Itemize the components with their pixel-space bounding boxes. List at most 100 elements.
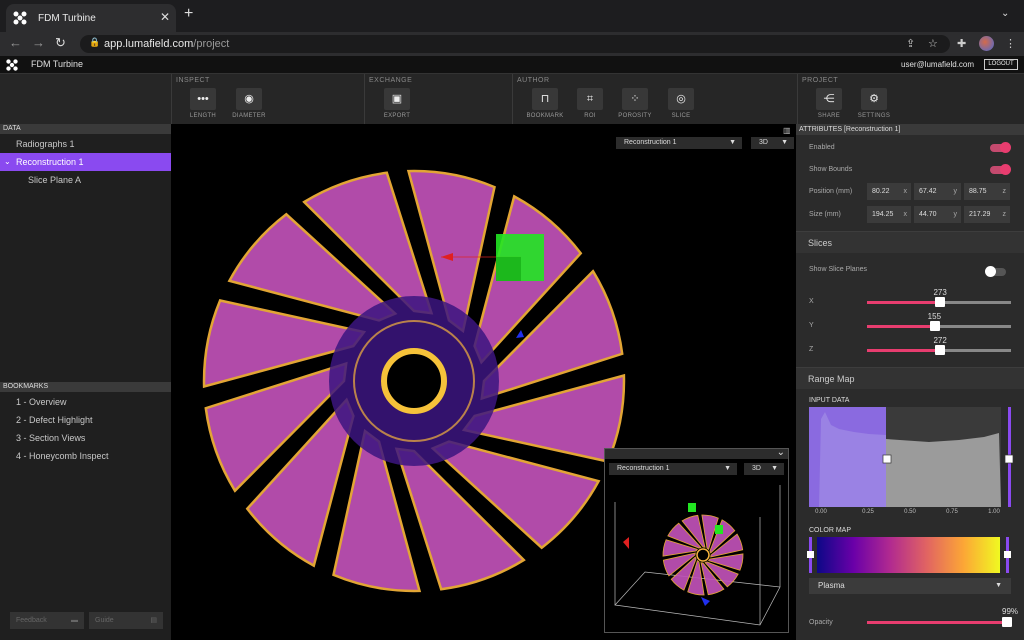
app-header: FDM Turbine user@lumafield.com LOGOUT	[0, 56, 1024, 73]
tab-title: FDM Turbine	[38, 13, 96, 24]
show-slice-planes-label: Show Slice Planes	[809, 266, 867, 273]
new-tab-icon[interactable]: +	[184, 5, 193, 23]
slice-slider[interactable]	[867, 321, 1011, 331]
position-label: Position (mm)	[809, 188, 853, 195]
bookmark-item[interactable]: 2 - Defect Highlight	[16, 415, 93, 425]
inset-object-select[interactable]: Reconstruction 1 ▼	[609, 463, 737, 475]
slice-slider[interactable]	[867, 297, 1011, 307]
section-title: AUTHOR	[517, 77, 550, 84]
caret-down-icon: ▼	[781, 139, 788, 146]
lock-icon: 🔒	[89, 37, 101, 47]
range-map-header: Range Map	[796, 367, 1024, 389]
histogram[interactable]: 0.00 0.25 0.50 0.75 1.00	[809, 407, 1024, 532]
avatar[interactable]	[979, 36, 994, 51]
tick-label: 1.00	[988, 509, 1000, 515]
chevron-down-icon[interactable]: ⌄	[1001, 8, 1009, 19]
range-low-handle[interactable]	[882, 454, 892, 464]
section-title: PROJECT	[802, 77, 839, 84]
data-panel-header: DATA	[0, 124, 171, 134]
show-bounds-toggle[interactable]	[990, 164, 1011, 175]
view-mode-select[interactable]: 3D ▼	[751, 137, 794, 149]
image-icon: ▣	[384, 88, 410, 110]
position-z-field[interactable]: 88.75 z	[964, 183, 1010, 200]
chevron-down-icon[interactable]: ⌄	[777, 447, 785, 458]
dots-icon: •••	[190, 88, 216, 110]
size-x-field[interactable]: 194.25 x	[867, 206, 911, 223]
bookmark-item[interactable]: 1 - Overview	[16, 397, 67, 407]
chevron-down-icon: ⌄	[4, 157, 11, 166]
slice-value: 272	[933, 336, 947, 345]
logout-button[interactable]: LOGOUT	[984, 59, 1018, 70]
opacity-slider[interactable]	[867, 617, 1012, 627]
range-high-handle[interactable]	[1004, 454, 1014, 464]
share-icon[interactable]: ⇪	[906, 37, 915, 50]
size-y-field[interactable]: 44.70 y	[914, 206, 961, 223]
show-slice-planes-toggle[interactable]	[985, 266, 1006, 277]
roi-tool[interactable]: ⌗ ROI	[570, 88, 610, 119]
close-icon[interactable]: ✕	[160, 10, 170, 24]
tick-label: 0.00	[815, 509, 827, 515]
more-icon[interactable]: ⋮	[1005, 37, 1016, 50]
length-tool[interactable]: ••• LENGTH	[183, 88, 223, 119]
colormap-low-handle[interactable]	[807, 551, 814, 558]
forward-icon[interactable]: →	[32, 35, 45, 50]
reload-icon[interactable]: ↻	[55, 35, 66, 51]
colormap-select[interactable]: Plasma ▼	[809, 578, 1011, 594]
enabled-toggle[interactable]	[990, 142, 1011, 153]
url-field[interactable]: 🔒 app.lumafield.com/project	[80, 35, 950, 53]
inspect-section: INSPECT ••• LENGTH ◉ DIAMETER	[171, 74, 364, 125]
3d-viewport[interactable]: Reconstruction 1 ▼ 3D ▼ ⌄ Reconstruction 1…	[171, 124, 796, 640]
settings-tool[interactable]: ⚙ SETTINGS	[854, 88, 894, 119]
data-item-reconstruction[interactable]: ⌄ Reconstruction 1	[0, 153, 171, 171]
slices-header: Slices	[796, 231, 1024, 253]
data-item-slice-plane[interactable]: Slice Plane A	[0, 171, 171, 189]
feedback-button[interactable]: Feedback ▬	[10, 612, 84, 629]
toolbar: INSPECT ••• LENGTH ◉ DIAMETER EXCHANGE ▣ EX…	[0, 73, 1024, 125]
slice-axis-label: X	[809, 298, 814, 305]
bookmark-tool[interactable]: ⊓ BOOKMARK	[525, 88, 565, 119]
colormap-high-handle[interactable]	[1004, 551, 1011, 558]
share-icon: ⋲	[816, 88, 842, 110]
section-title: EXCHANGE	[369, 77, 413, 84]
inset-render	[614, 485, 781, 626]
browser-tab[interactable]: FDM Turbine ✕	[6, 4, 176, 32]
object-select[interactable]: Reconstruction 1 ▼	[616, 137, 742, 149]
porosity-icon: ⁘	[622, 88, 648, 110]
export-tool[interactable]: ▣ EXPORT	[377, 88, 417, 119]
share-tool[interactable]: ⋲ SHARE	[809, 88, 849, 119]
project-name: FDM Turbine	[31, 59, 84, 69]
slice-axis-label: Y	[809, 322, 814, 329]
porosity-tool[interactable]: ⁘ POROSITY	[615, 88, 655, 119]
guide-button[interactable]: Guide ▤	[89, 612, 163, 629]
position-x-field[interactable]: 80.22 x	[867, 183, 911, 200]
target-icon: ◉	[236, 88, 262, 110]
lumafield-logo-icon	[6, 59, 18, 71]
inset-view-mode[interactable]: 3D ▼	[744, 463, 784, 475]
caret-down-icon: ▼	[995, 582, 1002, 589]
url-text: app.lumafield.com/project	[104, 38, 230, 50]
address-bar: ← → ↻ 🔒 app.lumafield.com/project ⇪ ☆ ✚ …	[0, 32, 1024, 56]
caret-down-icon: ▼	[729, 139, 736, 146]
bookmark-item[interactable]: 4 - Honeycomb Inspect	[16, 451, 109, 461]
extensions-icon[interactable]: ✚	[957, 37, 966, 50]
position-y-field[interactable]: 67.42 y	[914, 183, 961, 200]
caret-down-icon: ▼	[724, 465, 731, 472]
panel-toggle-icon[interactable]: ▥	[783, 126, 791, 135]
data-item-radiographs[interactable]: Radiographs 1	[0, 135, 171, 153]
opacity-value: 99%	[1002, 607, 1019, 616]
diameter-tool[interactable]: ◉ DIAMETER	[229, 88, 269, 119]
bookmark-icon: ⊓	[532, 88, 558, 110]
user-email: user@lumafield.com	[901, 60, 975, 69]
star-icon[interactable]: ☆	[928, 37, 938, 50]
slice-slider[interactable]	[867, 345, 1011, 355]
slice-tool[interactable]: ◎ SLICE	[661, 88, 701, 119]
colormap-gradient	[817, 537, 1000, 573]
left-panel: DATA Radiographs 1 ⌄ Reconstruction 1 Sl…	[0, 124, 171, 640]
lumafield-logo-icon	[13, 11, 27, 25]
back-icon[interactable]: ←	[9, 35, 22, 50]
tick-label: 0.75	[946, 509, 958, 515]
inset-viewport[interactable]: ⌄ Reconstruction 1 ▼ 3D ▼	[604, 447, 789, 633]
size-z-field[interactable]: 217.29 z	[964, 206, 1010, 223]
tick-label: 0.25	[862, 509, 874, 515]
bookmark-item[interactable]: 3 - Section Views	[16, 433, 85, 443]
